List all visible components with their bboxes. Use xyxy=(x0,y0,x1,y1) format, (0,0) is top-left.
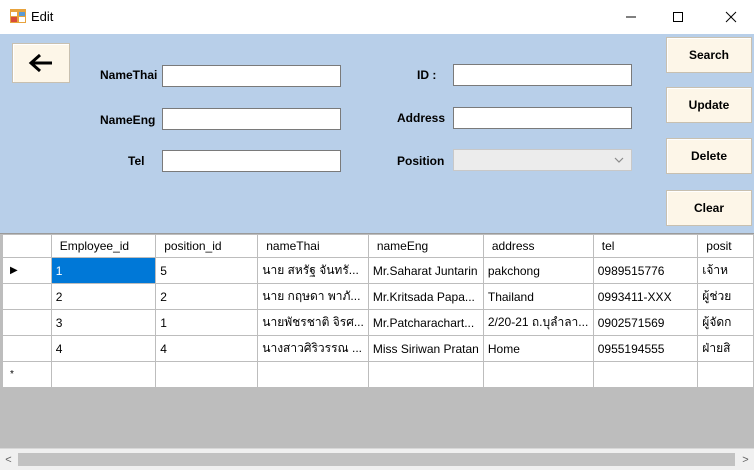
tel-input[interactable] xyxy=(162,150,341,172)
table-cell[interactable]: 0902571569 xyxy=(592,309,699,336)
row-header-corner xyxy=(2,234,52,258)
table-cell[interactable] xyxy=(257,361,369,388)
close-button[interactable] xyxy=(708,0,754,34)
update-button[interactable]: Update xyxy=(666,87,752,123)
maximize-button[interactable] xyxy=(655,0,701,34)
table-cell[interactable]: 4 xyxy=(155,335,259,362)
table-cell[interactable]: 5 xyxy=(155,257,259,284)
scrollbar-thumb[interactable] xyxy=(18,453,735,466)
scroll-right-button[interactable]: > xyxy=(737,449,754,470)
scroll-left-button[interactable]: < xyxy=(0,449,17,470)
table-row[interactable]: ▶ 1 5 นาย สหรัฐ จันทรั... Mr.Saharat Jun… xyxy=(2,257,754,284)
table-cell[interactable]: Mr.Kritsada Papa... xyxy=(367,283,484,310)
delete-button[interactable]: Delete xyxy=(666,138,752,174)
arrow-left-icon xyxy=(28,53,52,73)
table-cell[interactable]: 2 xyxy=(155,283,259,310)
id-input[interactable] xyxy=(453,64,632,86)
table-row[interactable]: 3 1 นายพัชรชาติ จิรศ... Mr.Patcharachart… xyxy=(2,309,754,336)
horizontal-scrollbar[interactable]: < > xyxy=(0,448,754,470)
row-header[interactable] xyxy=(2,335,52,362)
table-cell[interactable]: Miss Siriwan Pratan xyxy=(367,335,484,362)
name-eng-input[interactable] xyxy=(162,108,341,130)
position-select[interactable] xyxy=(453,149,632,171)
new-row-marker[interactable]: * xyxy=(2,361,52,388)
maximize-icon xyxy=(673,12,683,22)
table-cell[interactable]: เจ้าห xyxy=(697,257,754,284)
table-cell[interactable]: นาย สหรัฐ จันทรั... xyxy=(257,257,369,284)
table-cell[interactable] xyxy=(155,361,259,388)
name-thai-input[interactable] xyxy=(162,65,341,87)
column-header-tel[interactable]: tel xyxy=(592,234,699,258)
table-cell[interactable]: 1 xyxy=(155,309,259,336)
table-cell[interactable]: 2/20-21 ถ.บุลำลา... xyxy=(482,309,594,336)
table-cell[interactable]: นายพัชรชาติ จิรศ... xyxy=(257,309,369,336)
table-cell[interactable]: 2 xyxy=(50,283,157,310)
app-form-icon xyxy=(10,9,26,23)
id-label: ID : xyxy=(417,68,437,82)
minimize-button[interactable] xyxy=(608,0,654,34)
table-cell[interactable]: 0993411-XXX xyxy=(592,283,699,310)
table-cell[interactable]: 1 xyxy=(50,257,157,284)
tel-label: Tel xyxy=(128,154,145,168)
table-cell[interactable] xyxy=(592,361,699,388)
back-button[interactable] xyxy=(12,43,70,83)
grid-header-row: Employee_id position_id nameThai nameEng… xyxy=(2,234,754,258)
table-cell[interactable] xyxy=(482,361,594,388)
table-cell[interactable] xyxy=(367,361,484,388)
chevron-down-icon xyxy=(614,157,624,163)
grid-table: Employee_id position_id nameThai nameEng… xyxy=(2,234,754,388)
table-cell[interactable]: 4 xyxy=(50,335,157,362)
table-cell[interactable]: นาย กฤษดา พาภั... xyxy=(257,283,369,310)
row-header[interactable] xyxy=(2,283,52,310)
table-cell[interactable]: 0955194555 xyxy=(592,335,699,362)
column-header-name-eng[interactable]: nameEng xyxy=(367,234,484,258)
table-cell[interactable]: 3 xyxy=(50,309,157,336)
column-header-employee-id[interactable]: Employee_id xyxy=(50,234,157,258)
table-row[interactable]: 2 2 นาย กฤษดา พาภั... Mr.Kritsada Papa..… xyxy=(2,283,754,310)
new-row[interactable]: * xyxy=(2,361,754,388)
window-title: Edit xyxy=(31,9,54,24)
table-cell[interactable]: Mr.Patcharachart... xyxy=(367,309,484,336)
table-cell[interactable] xyxy=(697,361,754,388)
employee-data-grid[interactable]: Employee_id position_id nameThai nameEng… xyxy=(0,233,754,470)
table-cell[interactable]: pakchong xyxy=(482,257,594,284)
close-icon xyxy=(725,11,737,23)
column-header-name-thai[interactable]: nameThai xyxy=(257,234,369,258)
search-button[interactable]: Search xyxy=(666,37,752,73)
column-header-position[interactable]: posit xyxy=(697,234,754,258)
table-cell[interactable]: ผู้ช่วย xyxy=(697,283,754,310)
name-eng-label: NameEng xyxy=(100,113,156,127)
address-input[interactable] xyxy=(453,107,632,129)
table-cell[interactable]: ฝ่ายสิ xyxy=(697,335,754,362)
table-cell[interactable]: ผู้จัดก xyxy=(697,309,754,336)
row-header[interactable] xyxy=(2,309,52,336)
minimize-icon xyxy=(626,16,636,18)
employee-form-panel: NameThai NameEng Tel ID : Address Positi… xyxy=(0,34,754,233)
table-cell[interactable]: นางสาวศิริวรรณ ... xyxy=(257,335,369,362)
column-header-address[interactable]: address xyxy=(482,234,594,258)
table-cell[interactable]: Mr.Saharat Juntarin xyxy=(367,257,484,284)
table-cell[interactable]: Home xyxy=(482,335,594,362)
name-thai-label: NameThai xyxy=(100,68,158,82)
column-header-position-id[interactable]: position_id xyxy=(155,234,259,258)
clear-button[interactable]: Clear xyxy=(666,190,752,226)
table-row[interactable]: 4 4 นางสาวศิริวรรณ ... Miss Siriwan Prat… xyxy=(2,335,754,362)
title-bar: Edit xyxy=(0,0,754,34)
position-label: Position xyxy=(397,154,445,168)
address-label: Address xyxy=(397,111,446,125)
current-row-marker[interactable]: ▶ xyxy=(2,257,52,284)
table-cell[interactable]: Thailand xyxy=(482,283,594,310)
table-cell[interactable]: 0989515776 xyxy=(592,257,699,284)
table-cell[interactable] xyxy=(50,361,157,388)
